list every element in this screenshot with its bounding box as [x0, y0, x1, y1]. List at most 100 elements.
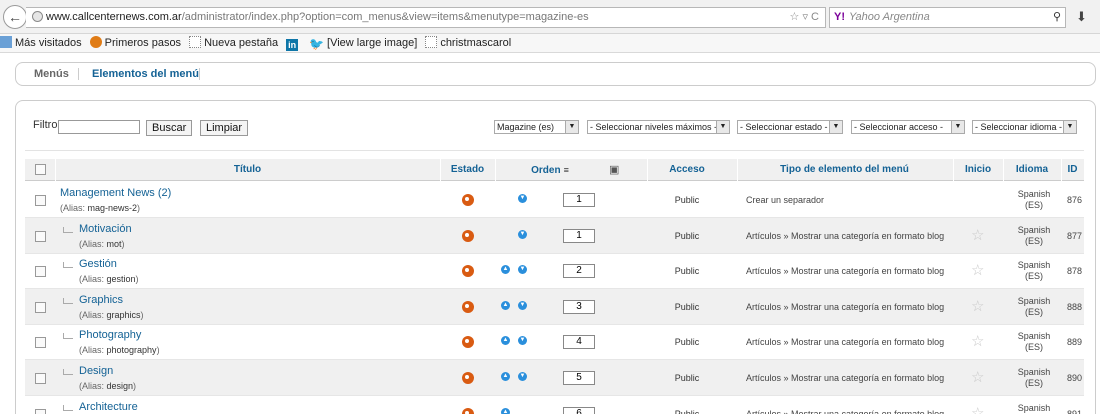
state-select[interactable]: - Seleccionar estado - ▼	[737, 120, 843, 134]
tab-menus[interactable]: Menús	[34, 63, 69, 85]
move-up-icon[interactable]: ▲	[501, 372, 510, 381]
move-down-icon[interactable]: ▼	[518, 194, 527, 203]
row-checkbox[interactable]	[35, 231, 46, 242]
max-levels-select[interactable]: - Seleccionar niveles máximos - ▼	[587, 120, 730, 134]
tab-divider	[78, 68, 79, 80]
item-id: 888	[1067, 302, 1083, 312]
search-placeholder: Yahoo Argentina	[849, 11, 930, 23]
table-row: Motivación (Alias: mot) ▼ 1 Public Artículos …	[25, 218, 1084, 254]
row-checkbox[interactable]	[35, 302, 46, 313]
column-divider	[1061, 159, 1062, 181]
bookmark-item[interactable]: in	[286, 34, 301, 52]
item-language: Spanish (ES)	[1017, 331, 1051, 352]
bookmark-label: christmascarol	[440, 37, 512, 49]
row-checkbox[interactable]	[35, 195, 46, 206]
header-estado[interactable]: Estado	[440, 159, 495, 181]
item-title-link[interactable]: Design	[79, 365, 113, 377]
search-box[interactable]: Y! Yahoo Argentina ⚲	[829, 7, 1066, 28]
bookmark-item[interactable]: Primeros pasos	[89, 34, 181, 52]
row-checkbox[interactable]	[35, 266, 46, 277]
item-title-link[interactable]: Graphics	[79, 294, 123, 306]
tab-menu-items[interactable]: Elementos del menú	[92, 63, 199, 85]
save-order-icon[interactable]: ▣	[609, 163, 619, 176]
row-checkbox[interactable]	[35, 337, 46, 348]
published-status-icon[interactable]	[462, 194, 474, 206]
item-id: 878	[1067, 266, 1083, 276]
move-down-icon[interactable]: ▼	[518, 336, 527, 345]
order-input[interactable]: 1	[563, 229, 595, 243]
order-input[interactable]: 5	[563, 371, 595, 385]
bookmark-item[interactable]: 🐦 [View large image]	[309, 34, 417, 52]
move-down-icon[interactable]: ▼	[518, 265, 527, 274]
language-select[interactable]: - Seleccionar idioma - ▼	[972, 120, 1077, 134]
order-input[interactable]: 2	[563, 264, 595, 278]
move-up-icon[interactable]: ▲	[501, 408, 510, 414]
bookmark-item[interactable]: Más visitados	[0, 34, 82, 52]
move-up-icon[interactable]: ▲	[501, 265, 510, 274]
move-down-icon[interactable]: ▼	[518, 301, 527, 310]
search-button[interactable]: Buscar	[146, 120, 193, 136]
home-star-icon[interactable]: ☆	[971, 332, 984, 350]
bookmark-item[interactable]: Nueva pestaña	[189, 34, 278, 52]
home-star-icon[interactable]: ☆	[971, 226, 984, 244]
row-checkbox[interactable]	[35, 373, 46, 384]
table-row: Graphics (Alias: graphics) ▲ ▼ 3 Public Artícu…	[25, 289, 1084, 325]
header-tipo[interactable]: Tipo de elemento del menú	[737, 159, 952, 181]
published-status-icon[interactable]	[462, 408, 474, 414]
url-host: www.callcenternews.com.ar	[46, 11, 182, 23]
order-input[interactable]: 3	[563, 300, 595, 314]
column-divider	[55, 159, 56, 181]
item-id: 889	[1067, 337, 1083, 347]
search-icon[interactable]: ⚲	[1053, 8, 1061, 27]
item-title-link[interactable]: Gestión	[79, 258, 117, 270]
home-star-icon[interactable]: ☆	[971, 404, 984, 414]
home-star-icon[interactable]: ☆	[971, 297, 984, 315]
order-input[interactable]: 1	[563, 193, 595, 207]
item-alias: (Alias: design)	[79, 381, 137, 391]
header-id[interactable]: ID	[1061, 159, 1084, 181]
move-up-icon[interactable]: ▲	[501, 301, 510, 310]
star-icon	[0, 36, 12, 48]
header-orden[interactable]: Orden ≡	[530, 159, 570, 181]
item-title-link[interactable]: Motivación	[79, 223, 132, 235]
access-select[interactable]: - Seleccionar acceso - ▼	[851, 120, 965, 134]
header-inicio[interactable]: Inicio	[953, 159, 1003, 181]
back-arrow-icon: ←	[8, 9, 22, 25]
clear-button[interactable]: Limpiar	[200, 120, 249, 136]
bookmark-item[interactable]: christmascarol	[425, 34, 511, 52]
select-all-checkbox[interactable]	[35, 164, 46, 175]
published-status-icon[interactable]	[462, 265, 474, 277]
order-input[interactable]: 4	[563, 335, 595, 349]
filter-input[interactable]	[58, 120, 140, 134]
back-button[interactable]: ←	[3, 5, 27, 29]
published-status-icon[interactable]	[462, 336, 474, 348]
item-access: Public	[674, 373, 700, 383]
item-title-link[interactable]: Photography	[79, 329, 141, 341]
header-acceso[interactable]: Acceso	[647, 159, 727, 181]
header-idioma[interactable]: Idioma	[1003, 159, 1061, 181]
home-star-icon[interactable]: ☆	[971, 261, 984, 279]
chevron-down-icon: ▼	[951, 121, 964, 133]
item-alias: (Alias: mot)	[79, 239, 125, 249]
menu-select[interactable]: Magazine (es) ▼	[494, 120, 579, 134]
published-status-icon[interactable]	[462, 372, 474, 384]
header-titulo[interactable]: Título	[55, 159, 440, 181]
move-down-icon[interactable]: ▼	[518, 230, 527, 239]
order-input[interactable]: 6	[563, 407, 595, 414]
column-divider	[495, 159, 496, 181]
page-icon	[189, 36, 202, 48]
url-path: /administrator/index.php?option=com_menu…	[181, 11, 589, 23]
browser-toolbar: ← www.callcenternews.com.ar/administrato…	[0, 0, 1100, 34]
address-bar[interactable]: www.callcenternews.com.ar/administrator/…	[26, 7, 826, 28]
published-status-icon[interactable]	[462, 230, 474, 242]
item-title-link[interactable]: Management News (2)	[60, 187, 171, 199]
move-down-icon[interactable]: ▼	[518, 372, 527, 381]
download-icon[interactable]: ⬇	[1076, 9, 1087, 25]
item-title-link[interactable]: Architecture	[79, 401, 138, 413]
published-status-icon[interactable]	[462, 301, 474, 313]
home-star-icon[interactable]: ☆	[971, 368, 984, 386]
move-up-icon[interactable]: ▲	[501, 336, 510, 345]
row-checkbox[interactable]	[35, 409, 46, 414]
item-language: Spanish (ES)	[1017, 225, 1051, 246]
address-controls[interactable]: ☆ ▿ C	[790, 8, 819, 27]
